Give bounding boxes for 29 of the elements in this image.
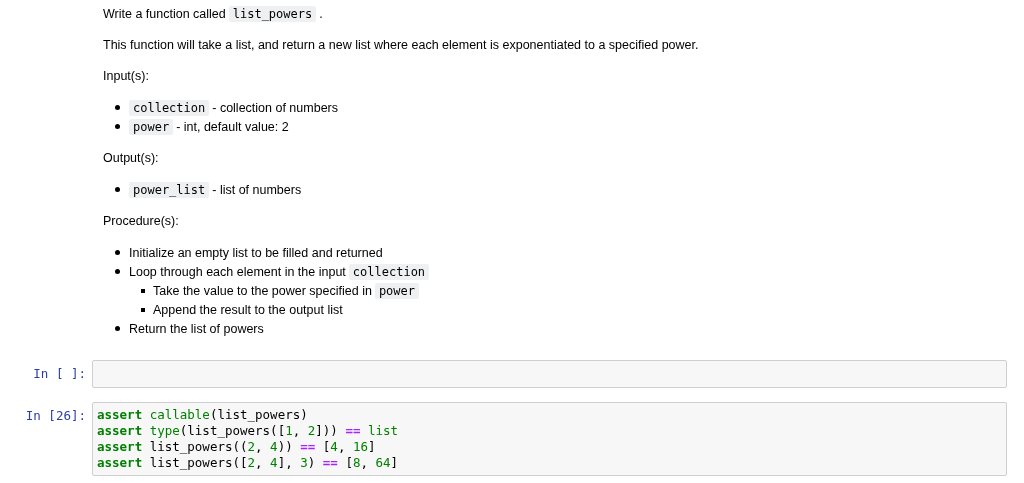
paragraph: Procedure(s): [103,213,180,230]
paragraph: Write a function called list_powers . [103,5,324,23]
list-item-text: power_list - list of numbers [129,182,302,197]
list-item-text: power - int, default value: 2 [129,119,289,134]
list-item-text: Take the value to the power specified in power [153,283,422,298]
bullet-icon [115,269,120,274]
bullet-icon [115,124,120,129]
paragraph: Output(s): [103,150,160,167]
cell-prompt: In [26]: [24,407,87,424]
bullet-icon [141,307,145,312]
list-item-text: Initialize an empty list to be filled and returned [129,245,383,260]
bullet-icon [115,326,120,331]
bullet-icon [115,105,120,110]
bullet-icon [115,250,120,255]
paragraph: Input(s): [103,68,150,85]
code-line: assert list_powers((2, 4)) == [4, 16] [97,439,377,455]
code-line: assert list_powers([2, 4], 3) == [8, 64] [97,455,400,471]
code-input[interactable] [92,360,1007,388]
code-line: assert callable(list_powers) [97,407,309,423]
code-cell[interactable]: assert callable(list_powers) assert type(list_powers([1, 2])) == list assert list_powers((2, 4)) == [4, 16] assert list_powers([2, 4], 3) == [8, 64] [92,402,1007,476]
list-item-text: collection - collection of numbers [129,100,338,115]
list-item-text: Return the list of powers [129,321,264,336]
list-item-text: Append the result to the output list [153,302,343,317]
bullet-icon [141,288,145,293]
code-line: assert type(list_powers([1, 2])) == list [97,423,400,439]
paragraph: This function will take a list, and return a new list where each element is exponentiated to a specified power. [103,37,700,54]
bullet-icon [115,187,120,192]
list-item-text: Loop through each element in the input collection [129,264,433,279]
cell-prompt: In [ ]: [32,365,87,382]
